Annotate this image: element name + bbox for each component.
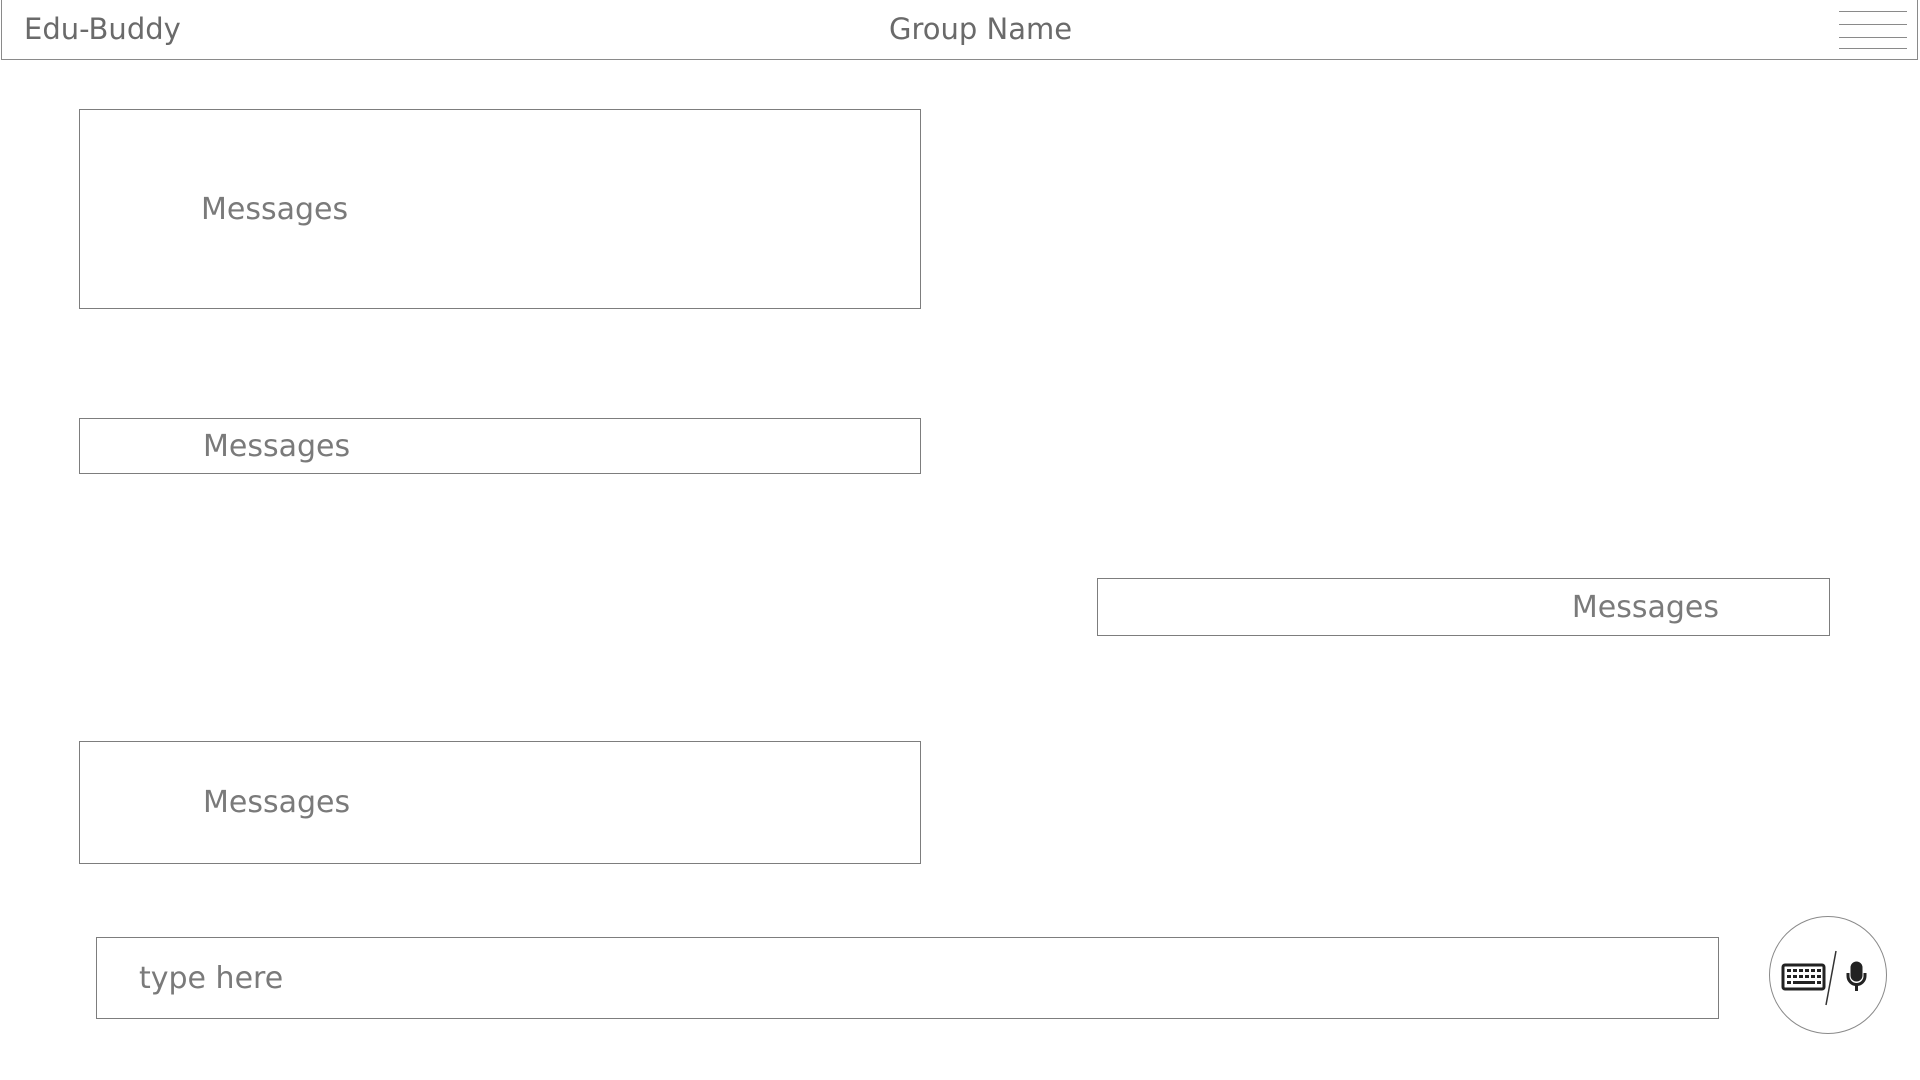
message-text: Messages	[203, 428, 351, 464]
message-input[interactable]	[97, 938, 1718, 1018]
message-bubble-outgoing: Messages	[1097, 578, 1830, 636]
menu-bar	[1839, 11, 1907, 12]
message-text: Messages	[201, 191, 349, 227]
hamburger-menu-icon[interactable]	[1839, 11, 1907, 49]
menu-bar	[1839, 48, 1907, 49]
app-header: Edu-Buddy Group Name	[1, 0, 1918, 60]
message-text: Messages	[203, 785, 351, 820]
keyboard-icon	[1781, 963, 1826, 991]
app-title: Edu-Buddy	[24, 12, 181, 46]
message-bubble-incoming: Messages	[79, 109, 921, 309]
menu-bar	[1839, 24, 1907, 25]
message-text: Messages	[1571, 589, 1719, 625]
message-composer	[96, 937, 1719, 1019]
keyboard-voice-toggle-button[interactable]	[1769, 916, 1887, 1034]
input-mode-icons	[1781, 950, 1867, 1006]
message-bubble-incoming: Messages	[79, 741, 921, 864]
microphone-icon	[1846, 961, 1867, 991]
menu-bar	[1839, 37, 1907, 38]
message-bubble-incoming: Messages	[79, 418, 921, 474]
divider-slash	[1825, 950, 1837, 1006]
group-name-title: Group Name	[889, 12, 1073, 46]
